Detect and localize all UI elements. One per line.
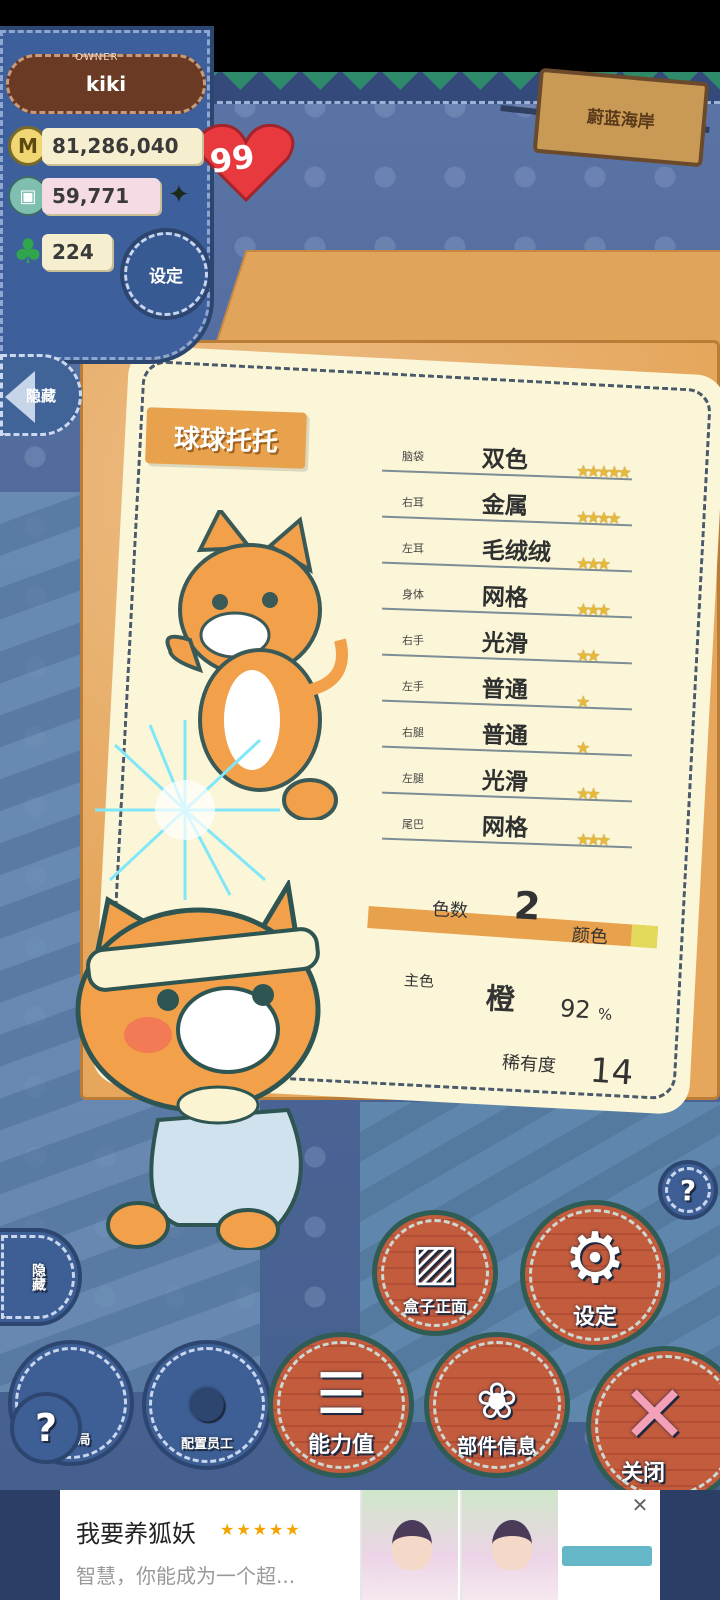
ad-rating: ★★★★★ [220,1520,302,1539]
ad-progress-bar [562,1546,652,1566]
part-row: 左腿 光滑 ★★ [382,762,652,806]
percent-sign: % [597,1004,613,1024]
settings-button[interactable]: ⚙ 设定 [520,1200,670,1350]
star-rating: ★★★★ [575,507,618,528]
sign-text: 蔚蓝海岸 [586,107,656,133]
ad-banner: 我要养狐妖 ★★★★★ 智慧，你能成为一个超... ✕ [0,1490,720,1600]
star-rating: ★ [575,691,587,712]
color-bar-fill [630,924,659,949]
part-value: 普通 [481,722,529,750]
part-value: 双色 [481,446,529,474]
part-label: 尾巴 [402,818,424,831]
staff-button[interactable]: ● 配置员工 [142,1340,272,1470]
part-row: 左耳 毛绒绒 ★★★ [382,532,652,576]
rarity-label: 稀有度 [501,1052,557,1077]
part-row: 尾巴 网格 ★★★ [382,808,652,852]
parts-info-button[interactable]: ❀ 部件信息 [424,1332,570,1478]
settings-small-button[interactable]: 设定 [120,228,212,320]
part-row: 脑袋 双色 ★★★★★ [382,440,652,484]
crate-value: 59,771 [42,178,160,214]
part-value: 网格 [481,584,529,612]
star-rating: ★★★ [575,553,608,574]
parts-icon: ❀ [476,1372,518,1430]
staff-label: 配置员工 [180,1437,233,1452]
part-value: 光滑 [481,768,529,796]
part-label: 左手 [402,680,424,693]
main-color-percent-value: 92 [559,994,592,1025]
star-rating: ★★ [575,645,598,666]
part-label: 脑袋 [402,450,424,463]
part-row: 身体 网格 ★★★ [382,578,652,622]
star-rating: ★★★★★ [575,461,629,482]
color-count-value: 2 [512,883,542,929]
part-row: 右腿 普通 ★ [382,716,652,760]
owner-caption: OWNER [75,52,119,63]
ad-image[interactable] [460,1490,558,1600]
star-rating: ★★★ [575,599,608,620]
part-row: 右手 光滑 ★★ [382,624,652,668]
settings-label: 设定 [572,1305,617,1330]
part-label: 左腿 [402,772,424,785]
box-front-label: 盒子正面 [402,1297,467,1316]
gear-icon: ⚙ [563,1217,627,1299]
toy-name-tag: 球球托托 [145,407,307,469]
color-count-label: 色数 [431,899,469,922]
money-counter: M 81,286,040 [8,126,202,166]
part-value: 毛绒绒 [481,537,552,567]
ability-button[interactable]: ☰ 能力值 [268,1332,414,1478]
ad-description: 智慧，你能成为一个超... [76,1564,296,1588]
main-color-label: 主色 [403,971,435,991]
star-rating: ★★ [575,783,598,804]
help-button[interactable]: ? [10,1392,82,1464]
ability-label: 能力值 [307,1433,374,1458]
toy-character [75,880,321,1250]
part-row: 右耳 金属 ★★★★ [382,486,652,530]
part-value: 金属 [481,492,529,520]
crate-counter: ▣ 59,771 [8,176,160,216]
money-value: 81,286,040 [42,128,202,164]
part-value: 普通 [481,676,529,704]
help-small-button[interactable]: ? [658,1160,718,1220]
owner-level: 99 [207,137,257,181]
part-label: 右腿 [402,726,424,739]
part-value: 光滑 [481,630,529,658]
main-color-percent: 92 % [559,994,613,1026]
close-label: 关闭 [621,1461,666,1486]
ad-title: 我要养狐妖 [76,1520,196,1548]
ad-image[interactable] [360,1490,458,1600]
location-sign: 蔚蓝海岸 [532,67,710,168]
star-rating: ★★★ [575,829,608,850]
list-icon: ☰ [315,1362,367,1427]
rarity-value: 14 [588,1050,635,1094]
settings-small-label: 设定 [149,266,183,287]
box-icon: ▨ [411,1233,459,1291]
toy-name: 球球托托 [173,423,279,458]
ad-close-icon[interactable]: ✕ [620,1490,660,1520]
parts-info-label: 部件信息 [457,1434,537,1458]
part-value: 网格 [481,814,529,842]
hide-panel-button[interactable]: 隐藏 [0,354,82,436]
close-icon: ✕ [621,1368,689,1461]
part-label: 左耳 [402,542,424,555]
owner-name: kiki [85,72,127,96]
star-rating: ★ [575,737,587,758]
clover-value: 224 [42,234,112,270]
color-count-unit: 颜色 [571,924,609,949]
mouse-head-icon: ● [187,1376,227,1427]
owner-name-plate[interactable]: kiki [6,54,206,114]
help-label: ? [34,1406,58,1450]
part-row: 左手 普通 ★ [382,670,652,714]
hide-menu-label: 隐藏 [30,1263,46,1291]
clover-counter: ♣ 224 [8,232,112,272]
sparkle-icon: ✦ [168,180,190,210]
part-label: 身体 [402,588,424,601]
hide-panel-label: 隐藏 [25,386,56,405]
box-front-button[interactable]: ▨ 盒子正面 [372,1210,498,1336]
part-label: 右手 [402,634,424,647]
ad-card[interactable]: 我要养狐妖 ★★★★★ 智慧，你能成为一个超... ✕ [60,1490,660,1600]
main-color-value: 橙 [485,981,516,1017]
part-label: 右耳 [402,496,424,509]
